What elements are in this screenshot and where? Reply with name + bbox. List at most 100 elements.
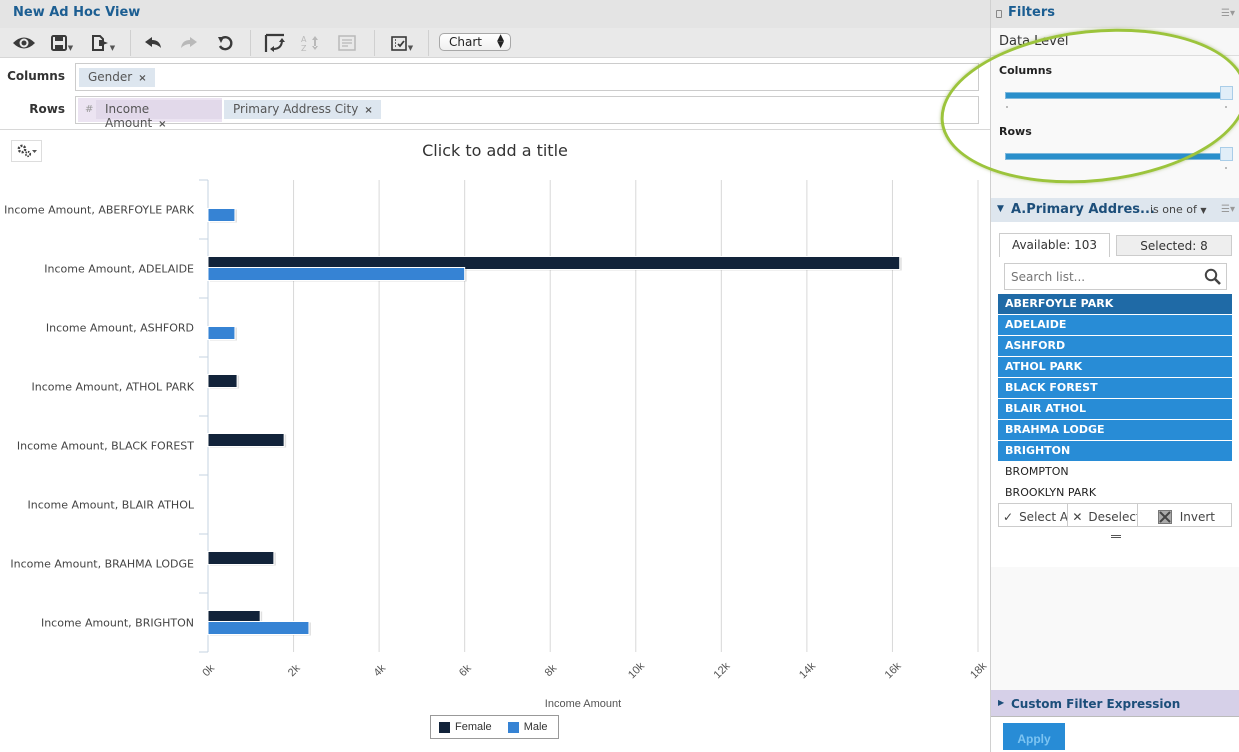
pill-label: Primary Address City (233, 102, 359, 116)
slider-handle[interactable] (1220, 147, 1233, 161)
city-list: ABERFOYLE PARK ADELAIDE ASHFORD ATHOL PARK B… (998, 294, 1232, 504)
x-tick-label: 18k (968, 660, 989, 681)
undo-all-button[interactable] (214, 32, 236, 54)
invert-button[interactable]: Invert (1138, 504, 1231, 526)
remove-icon[interactable]: × (138, 73, 146, 84)
filter-menu-icon[interactable]: ☰▾ (1221, 204, 1235, 215)
undo-button[interactable] (142, 32, 164, 54)
panel-collapse-icon[interactable] (996, 10, 1002, 18)
measures-group: # Income Amount × (78, 98, 222, 130)
city-list-item[interactable]: BLAIR ATHOL (998, 399, 1232, 420)
bar-chart: 0k 2k 4k 6k 8k 10k 12k 14k 16k 18k Income Amount, … (4, 179, 990, 710)
columns-label: Columns (7, 69, 65, 83)
resize-handle[interactable] (1111, 535, 1121, 538)
chart-title[interactable]: Click to add a title (0, 141, 990, 160)
filter-operator-dropdown[interactable]: is one of ▼ (1150, 203, 1207, 216)
city-list-item[interactable]: BROMPTON (998, 462, 1232, 483)
sort-az-icon: AZ (301, 35, 318, 52)
filter-header[interactable]: ▼ A.Primary Addres... is one of ▼ ☰▾ (991, 198, 1239, 222)
x-tick-label: 8k (543, 662, 560, 679)
deselect-label: Deselect (1088, 509, 1138, 524)
city-list-item[interactable]: ASHFORD (998, 336, 1232, 357)
slider-tick (1006, 106, 1008, 108)
bar-female (207, 433, 285, 447)
row-pill-income-amount[interactable]: Income Amount × (96, 100, 222, 130)
invert-icon (1157, 509, 1172, 524)
bar-female (207, 551, 275, 565)
city-list-item[interactable]: BRAHMA LODGE (998, 420, 1232, 441)
collapse-triangle-icon[interactable]: ▼ (997, 204, 1004, 214)
chevron-down-icon: ▼ (67, 43, 74, 52)
x-tick-label: 16k (883, 660, 904, 681)
search-list-input[interactable] (1009, 267, 1199, 287)
slider-handle[interactable] (1220, 86, 1233, 100)
sort-button[interactable]: AZ (298, 32, 324, 54)
tab-available[interactable]: Available: 103 (999, 233, 1110, 257)
pivot-icon (264, 33, 285, 52)
deselect-button[interactable]: ✕ Deselect (1068, 504, 1138, 526)
slider-tick (1225, 106, 1227, 108)
slider-track (1005, 153, 1225, 160)
x-tick-label: 0k (200, 662, 217, 679)
column-pill-gender[interactable]: Gender × (79, 68, 155, 87)
row-pill-primary-address-city[interactable]: Primary Address City × (224, 100, 381, 119)
legend-swatch-female (439, 721, 450, 733)
columns-drop-zone[interactable]: Gender × (75, 63, 979, 91)
x-tick-label: 6k (457, 662, 474, 679)
legend-item-female[interactable]: Female (439, 721, 492, 733)
pivot-button[interactable] (262, 32, 288, 54)
rows-level-slider[interactable] (1005, 147, 1233, 169)
category-label: Income Amount, BLACK FOREST (17, 440, 194, 453)
view-type-select[interactable]: Chart ▲ ▼ (439, 33, 511, 51)
custom-filter-expression-label: Custom Filter Expression (1011, 697, 1181, 711)
slider-tick (1225, 167, 1227, 169)
city-list-item[interactable]: BROOKLYN PARK (998, 483, 1232, 504)
export-button[interactable]: ▼ (88, 32, 118, 54)
save-button[interactable]: ▼ (48, 32, 76, 54)
filter-operator-value: is one of (1150, 203, 1197, 216)
filters-panel: Filters ☰▾ Data Level Columns Rows ▼ A.P… (991, 0, 1239, 752)
divider (0, 129, 990, 130)
remove-icon[interactable]: × (364, 105, 372, 116)
list-actions: ✓ Select A ✕ Deselect Invert (998, 503, 1232, 527)
bar-male (207, 267, 466, 281)
redo-icon (181, 37, 197, 48)
panel-menu-icon[interactable]: ☰▾ (1221, 8, 1235, 19)
export-icon (91, 35, 108, 51)
city-list-item[interactable]: BRIGHTON (998, 441, 1232, 462)
redo-button[interactable] (178, 32, 200, 54)
category-label: Income Amount, ASHFORD (46, 322, 194, 335)
custom-filter-expression-header[interactable]: ▶ Custom Filter Expression (991, 690, 1239, 717)
rows-label: Rows (29, 102, 65, 116)
bar-male (207, 208, 236, 222)
legend-label: Male (523, 721, 548, 733)
toolbar-separator (130, 30, 131, 56)
svg-text:Z: Z (301, 44, 307, 52)
category-label: Income Amount, BRAHMA LODGE (10, 558, 194, 571)
select-all-label: Select A (1019, 509, 1069, 524)
checklist-icon (390, 35, 407, 51)
city-list-item[interactable]: BLACK FOREST (998, 378, 1232, 399)
search-list-field (1004, 263, 1227, 290)
columns-level-slider[interactable] (1005, 86, 1233, 108)
display-mode-button[interactable] (11, 32, 37, 54)
data-level-rows-label: Rows (999, 125, 1032, 138)
bar-female (207, 374, 238, 388)
select-all-button[interactable]: ✓ Select A (999, 504, 1069, 526)
x-tick-label: 4k (371, 662, 388, 679)
legend-item-male[interactable]: Male (507, 721, 548, 733)
tab-selected[interactable]: Selected: 8 (1116, 235, 1232, 256)
rows-drop-zone[interactable]: # Income Amount × Primary Address City × (75, 96, 979, 130)
category-label: Income Amount, ATHOL PARK (32, 381, 195, 394)
city-list-item[interactable]: ATHOL PARK (998, 357, 1232, 378)
main-area: New Ad Hoc View ▼ ▼ AZ ▼ Chart ▲ ▼ Colum… (0, 0, 990, 752)
apply-button[interactable]: Apply (1003, 723, 1065, 750)
city-list-item[interactable]: ABERFOYLE PARK (998, 294, 1232, 315)
x-tick-label: 2k (286, 662, 303, 679)
x-tick-label: 10k (626, 660, 647, 681)
city-list-item[interactable]: ADELAIDE (998, 315, 1232, 336)
pill-label: Gender (88, 70, 133, 84)
query-button[interactable] (336, 32, 358, 54)
options-button[interactable]: ▼ (387, 32, 417, 54)
search-icon[interactable] (1204, 268, 1222, 286)
